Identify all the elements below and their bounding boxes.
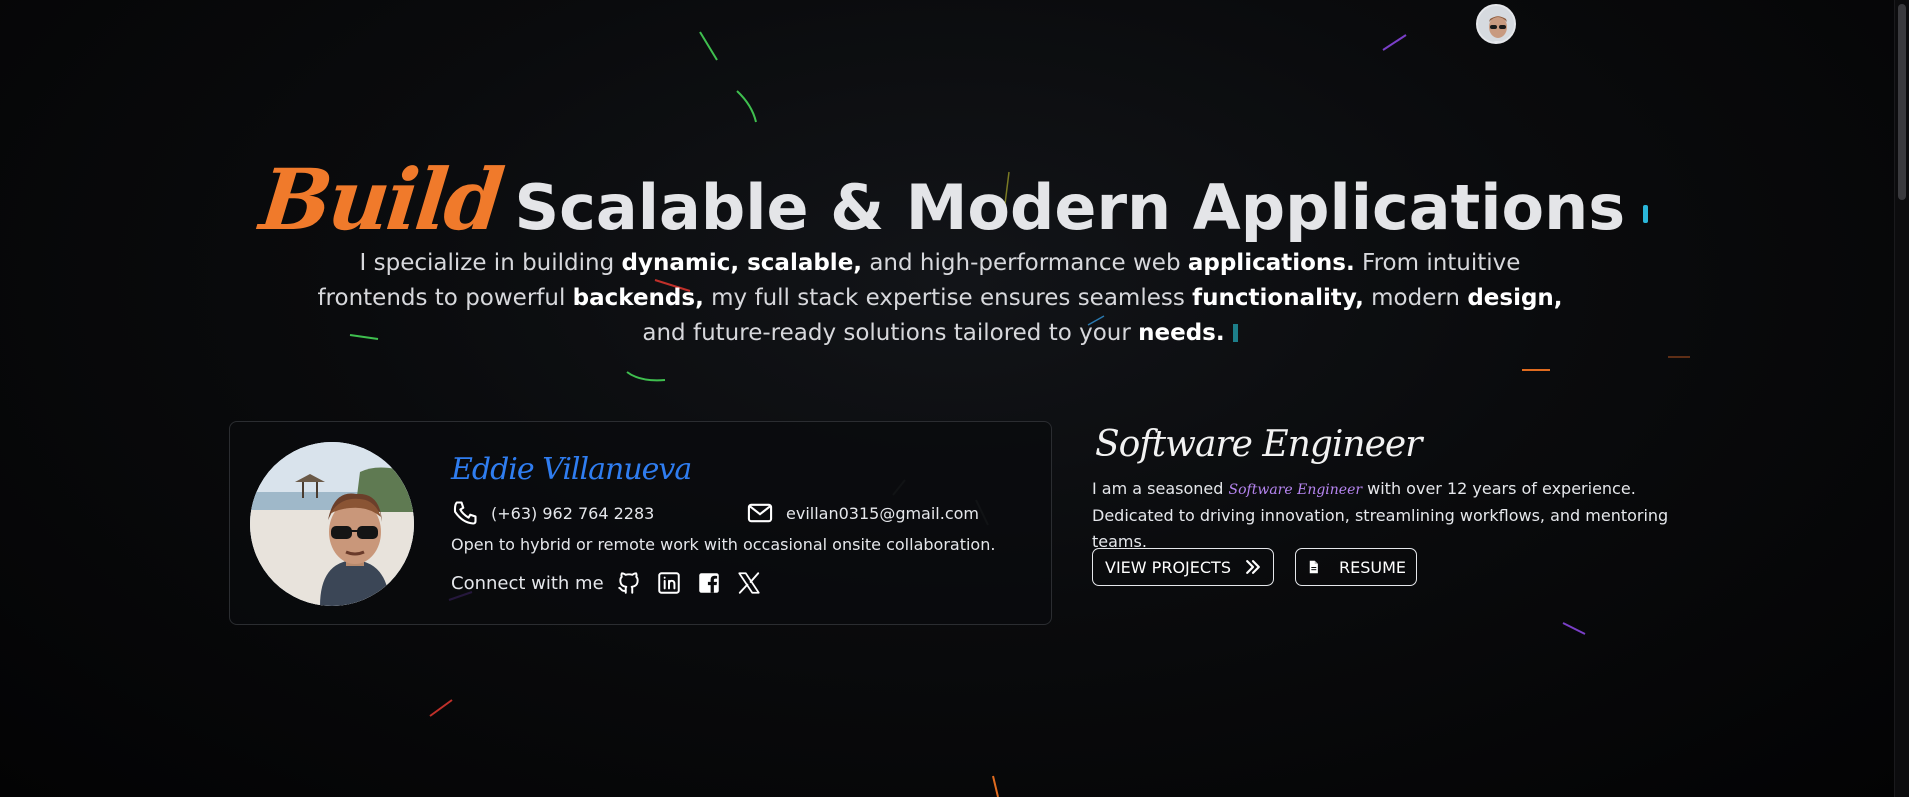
hero-desc-emphasis: functionality, — [1192, 285, 1364, 311]
linkedin-icon[interactable] — [654, 568, 684, 598]
hero-desc-text: I specialize in building — [359, 250, 622, 276]
profile-name: Eddie Villanueva — [451, 452, 692, 487]
hero-desc-emphasis: design, — [1467, 285, 1563, 311]
role-desc-accent: Software Engineer — [1228, 482, 1363, 498]
hero-desc-emphasis: needs. — [1138, 320, 1225, 346]
hero-desc-emphasis: applications. — [1187, 250, 1355, 276]
hero-desc-emphasis: dynamic, scalable, — [621, 250, 863, 276]
resume-label: RESUME — [1338, 557, 1406, 577]
typing-cursor — [1643, 205, 1649, 223]
x-icon[interactable] — [734, 568, 764, 598]
background-streaks — [349, 31, 1690, 797]
github-icon[interactable] — [614, 568, 644, 598]
connect-label: Connect with me — [451, 572, 604, 594]
document-icon — [1309, 560, 1318, 574]
hero-title-rest: Scalable & Modern Applications — [514, 171, 1626, 244]
hero-desc-text: modern — [1363, 285, 1468, 311]
hero-title-accent: Build — [255, 150, 506, 249]
social-links: Connect with me — [451, 568, 774, 598]
avatar-image — [1478, 6, 1514, 42]
double-chevron-right-icon — [1246, 560, 1260, 574]
hero-desc-text: and high-performance web — [862, 250, 1188, 276]
hero-desc-text: and future-ready solutions tailored to y… — [642, 320, 1139, 346]
hero-description: I specialize in building dynamic, scalab… — [310, 246, 1570, 351]
profile-photo — [250, 442, 414, 606]
page-scrollbar[interactable] — [1894, 0, 1909, 797]
hero-desc-text: my full stack expertise ensures seamless — [703, 285, 1193, 311]
phone-contact[interactable]: (+63) 962 764 2283 — [451, 498, 654, 528]
email-address: evillan0315@gmail.com — [786, 503, 980, 523]
facebook-icon[interactable] — [694, 568, 724, 598]
view-projects-label: VIEW PROJECTS — [1105, 557, 1231, 577]
role-description: I am a seasoned Software Engineer with o… — [1092, 476, 1692, 555]
work-preference: Open to hybrid or remote work with occas… — [451, 535, 996, 554]
hero-title: Build Scalable & Modern Applications — [0, 150, 1909, 249]
email-contact[interactable]: evillan0315@gmail.com — [746, 498, 979, 528]
phone-icon — [453, 501, 477, 525]
phone-number: (+63) 962 764 2283 — [491, 503, 655, 523]
profile-card: Eddie Villanueva (+63) 962 764 2283 evil… — [229, 421, 1052, 625]
resume-button[interactable]: RESUME — [1295, 548, 1417, 586]
mail-icon — [747, 503, 773, 523]
nav-avatar[interactable] — [1476, 4, 1516, 44]
typing-cursor-secondary — [1232, 324, 1238, 342]
view-projects-button[interactable]: VIEW PROJECTS — [1092, 548, 1274, 586]
role-desc-before: I am a seasoned — [1092, 479, 1229, 498]
hero-desc-emphasis: backends, — [572, 285, 704, 311]
role-title: Software Engineer — [1095, 424, 1422, 465]
profile-photo-image — [250, 442, 414, 606]
